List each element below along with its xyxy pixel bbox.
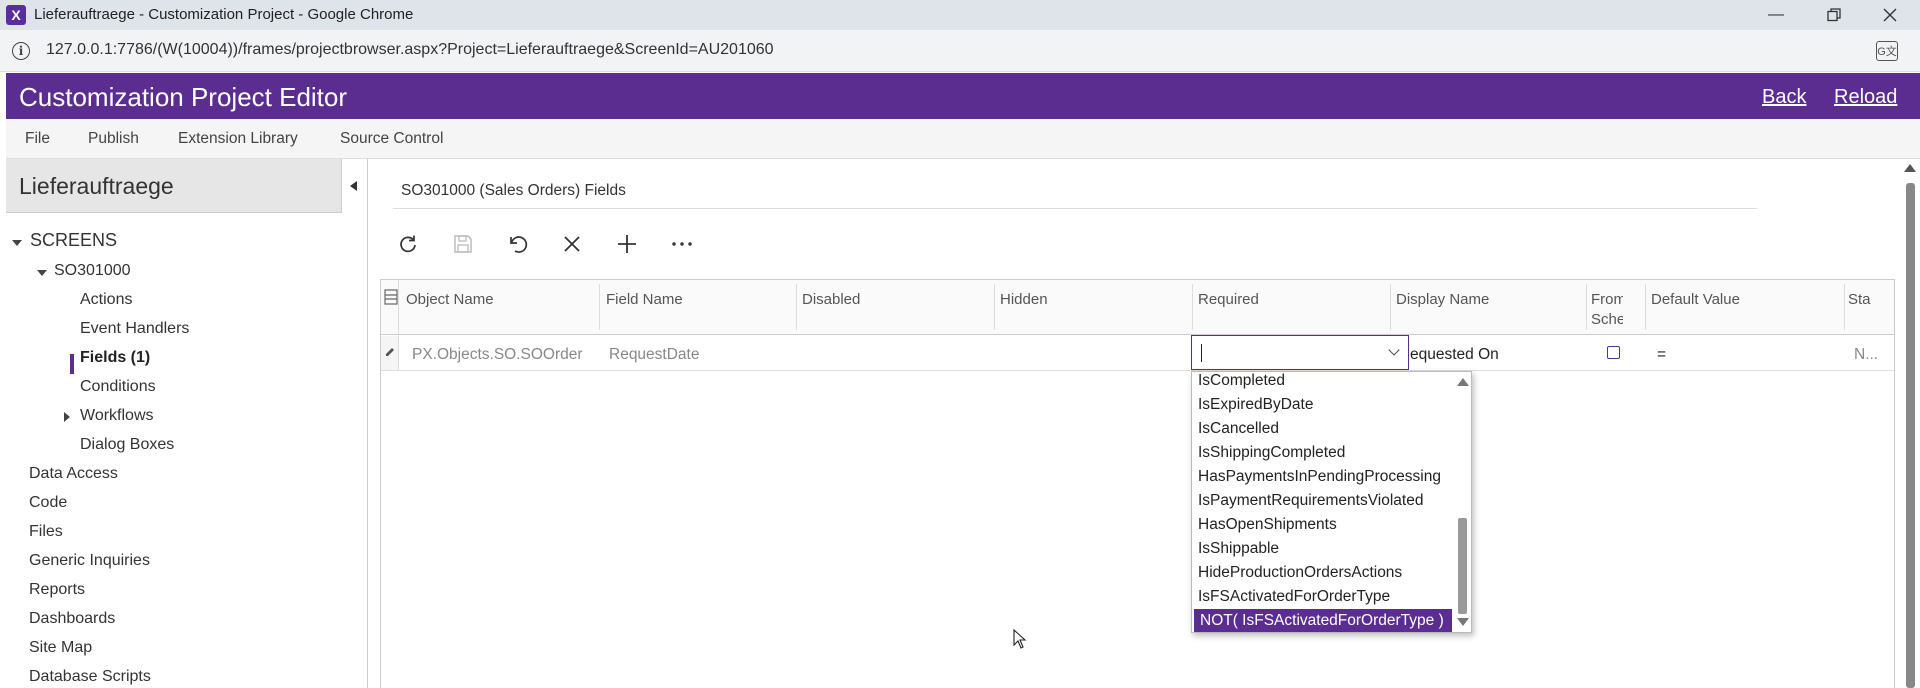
cell-status: N... <box>1854 346 1879 363</box>
delete-icon[interactable] <box>558 230 586 258</box>
add-icon[interactable] <box>613 230 641 258</box>
fields-title: SO301000 (Sales Orders) Fields <box>401 182 626 199</box>
window-title: Lieferauftraege - Customization Project … <box>34 6 414 23</box>
active-indicator <box>70 354 74 374</box>
tree-dashboards[interactable]: Dashboards <box>29 610 115 628</box>
dropdown-option[interactable]: IsShippable <box>1192 537 1454 561</box>
mouse-cursor-icon <box>1013 629 1027 649</box>
col-object-name[interactable]: Object Name <box>406 290 494 310</box>
site-info-icon[interactable]: i <box>12 42 30 60</box>
more-icon[interactable] <box>668 230 696 258</box>
title-divider <box>393 208 1757 209</box>
tree-data-access[interactable]: Data Access <box>29 465 118 483</box>
save-icon[interactable] <box>449 230 477 258</box>
tree-dialog-boxes[interactable]: Dialog Boxes <box>80 436 174 454</box>
scroll-up-icon[interactable] <box>1457 378 1469 386</box>
tree-event-handlers[interactable]: Event Handlers <box>80 320 189 338</box>
fields-grid: Object Name Field Name Disabled Hidden R… <box>380 279 1895 688</box>
page-title: Customization Project Editor <box>19 82 348 112</box>
restore-icon[interactable] <box>1806 0 1862 30</box>
address-bar[interactable]: i 127.0.0.1:7786/(W(10004))/frames/proje… <box>0 30 1920 72</box>
project-name: Lieferauftraege <box>19 173 174 199</box>
tree-screens[interactable]: SCREENS <box>30 230 117 251</box>
dropdown-option[interactable]: HasPaymentsInPendingProcessing <box>1192 465 1454 489</box>
col-from-schema[interactable]: From Sche <box>1591 290 1623 330</box>
text-caret <box>1201 344 1202 362</box>
dropdown-option[interactable]: IsExpiredByDate <box>1192 393 1454 417</box>
required-select-input[interactable] <box>1191 335 1409 370</box>
tree-actions[interactable]: Actions <box>80 291 132 309</box>
dropdown-option[interactable]: HasOpenShipments <box>1192 513 1454 537</box>
cell-object-name: PX.Objects.SO.SOOrder <box>412 346 583 363</box>
col-from-schema-line1: From <box>1591 291 1623 308</box>
tree-workflows[interactable]: Workflows <box>80 407 154 425</box>
cell-field-name: RequestDate <box>609 346 700 363</box>
required-dropdown-list: IsCompleted IsExpiredByDate IsCancelled … <box>1191 371 1472 633</box>
menu-extension-library[interactable]: Extension Library <box>178 130 298 148</box>
tree-files[interactable]: Files <box>29 523 63 541</box>
menu-publish[interactable]: Publish <box>88 130 139 148</box>
tree-database-scripts[interactable]: Database Scripts <box>29 668 151 686</box>
page-scrollbar[interactable] <box>1900 159 1920 688</box>
expand-screens-icon[interactable] <box>12 240 22 246</box>
grid-header: Object Name Field Name Disabled Hidden R… <box>381 280 1894 335</box>
dropdown-option[interactable]: HideProductionOrdersActions <box>1192 561 1454 585</box>
scroll-down-icon[interactable] <box>1457 618 1469 626</box>
dropdown-option-selected[interactable]: NOT( IsFSActivatedForOrderType ) <box>1194 609 1452 632</box>
tree-code[interactable]: Code <box>29 494 67 512</box>
row-edit-icon[interactable] <box>381 336 399 370</box>
undo-icon[interactable] <box>503 230 531 258</box>
cell-display-name[interactable]: equested On <box>1410 346 1499 364</box>
from-schema-checkbox[interactable] <box>1607 346 1620 359</box>
tree-site-map[interactable]: Site Map <box>29 639 92 657</box>
tree-fields[interactable]: Fields (1) <box>80 349 150 367</box>
col-hidden[interactable]: Hidden <box>1000 290 1048 310</box>
sidebar-header: Lieferauftraege <box>6 159 367 213</box>
menu-file[interactable]: File <box>25 130 50 148</box>
browser-title-bar: X Lieferauftraege - Customization Projec… <box>0 0 1920 30</box>
minimize-icon[interactable]: — <box>1748 0 1804 30</box>
app-header: Customization Project Editor Back Reload <box>6 73 1920 119</box>
col-required[interactable]: Required <box>1198 290 1259 310</box>
scroll-up-icon[interactable] <box>1904 164 1916 172</box>
dropdown-option[interactable]: IsCancelled <box>1192 417 1454 441</box>
tree-generic-inquiries[interactable]: Generic Inquiries <box>29 552 150 570</box>
dropdown-option[interactable]: IsFSActivatedForOrderType <box>1192 585 1454 609</box>
col-status[interactable]: Sta <box>1848 290 1871 310</box>
tree-reports[interactable]: Reports <box>29 581 85 599</box>
url-text[interactable]: 127.0.0.1:7786/(W(10004))/frames/project… <box>46 41 774 59</box>
refresh-icon[interactable] <box>394 230 422 258</box>
tree-conditions[interactable]: Conditions <box>80 378 156 396</box>
table-row[interactable]: PX.Objects.SO.SOOrder RequestDate equest… <box>381 336 1894 371</box>
translate-icon[interactable]: G文 <box>1876 41 1898 61</box>
close-window-icon[interactable] <box>1862 0 1918 30</box>
expand-screen-icon[interactable] <box>37 270 47 276</box>
col-disabled[interactable]: Disabled <box>802 290 860 310</box>
scroll-thumb[interactable] <box>1458 518 1467 614</box>
col-from-schema-line2: Sche <box>1591 311 1623 328</box>
menu-source-control[interactable]: Source Control <box>340 130 443 148</box>
cell-default-value[interactable]: = <box>1657 346 1666 364</box>
dropdown-option[interactable]: IsPaymentRequirementsViolated <box>1192 489 1454 513</box>
collapse-sidebar-icon[interactable] <box>341 159 367 213</box>
dropdown-scrollbar[interactable] <box>1454 372 1471 632</box>
reload-link[interactable]: Reload <box>1834 86 1897 109</box>
col-default-value[interactable]: Default Value <box>1651 290 1740 310</box>
dropdown-option[interactable]: IsCompleted <box>1192 372 1454 393</box>
chevron-down-icon[interactable] <box>1388 344 1400 356</box>
menu-bar: File Publish Extension Library Source Co… <box>6 119 1920 159</box>
col-field-name[interactable]: Field Name <box>606 290 683 310</box>
col-display-name[interactable]: Display Name <box>1396 290 1489 310</box>
grid-settings-icon[interactable] <box>381 280 399 334</box>
back-link[interactable]: Back <box>1762 86 1806 109</box>
expand-workflows-icon[interactable] <box>64 412 70 422</box>
project-sidebar: Lieferauftraege SCREENS SO301000 Actions… <box>6 159 368 688</box>
tree-screen-so301000[interactable]: SO301000 <box>54 262 131 280</box>
page-scroll-thumb[interactable] <box>1906 183 1915 688</box>
dropdown-option[interactable]: IsShippingCompleted <box>1192 441 1454 465</box>
app-logo-icon: X <box>6 5 26 25</box>
